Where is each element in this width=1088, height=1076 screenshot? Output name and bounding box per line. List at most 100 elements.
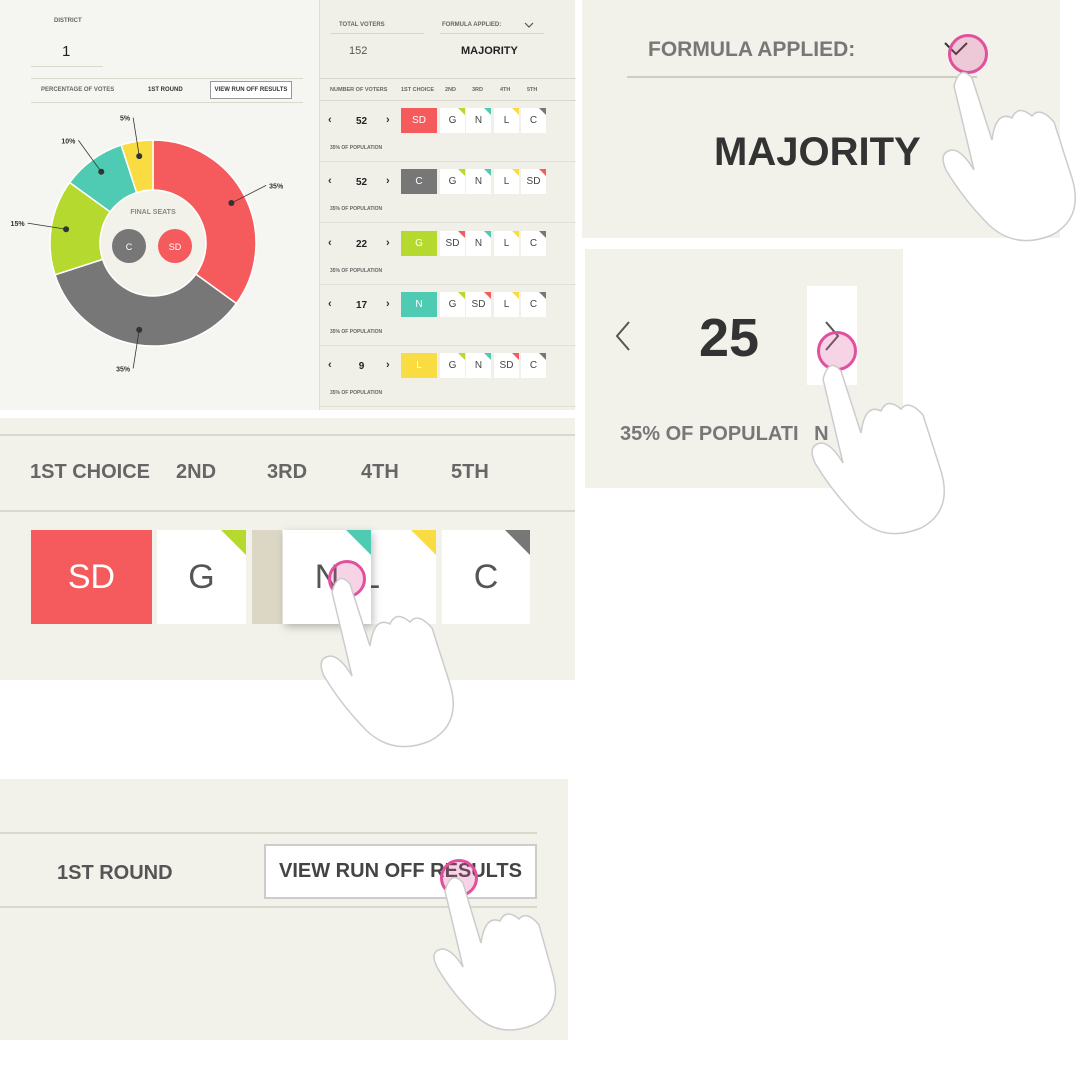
total-voters-label: TOTAL VOTERS: [339, 22, 385, 28]
votes-value: 52: [355, 177, 368, 189]
population-label: 35% OF POPULATION: [330, 328, 383, 335]
party-color-tag: [411, 530, 436, 555]
choice-cell[interactable]: SD: [466, 291, 491, 317]
population-label: 35% OF POPULATION: [330, 390, 383, 397]
choice3-header: 3RD: [472, 87, 484, 93]
chevron-left-icon[interactable]: ‹: [328, 237, 332, 249]
choice-cell[interactable]: SD: [494, 353, 519, 379]
population-label: 35% OF POPULATION: [620, 423, 829, 445]
votes-value: 22: [355, 238, 368, 250]
choice-cell-c[interactable]: C: [442, 530, 530, 624]
round-zoom-panel: 1ST ROUND VIEW RUN OFF RESULTS: [0, 779, 568, 1040]
party-color-tag: [505, 530, 530, 555]
choice-cell[interactable]: SD: [401, 108, 437, 133]
party-color-tag: [539, 169, 546, 177]
choice3-header: 3RD: [267, 461, 308, 483]
divider: [0, 434, 575, 436]
chevron-right-icon[interactable]: ›: [386, 114, 390, 126]
divider: [31, 78, 303, 79]
ballot-row: ‹ 52 › 35% OF POPULATION SD G N L C: [320, 101, 576, 162]
choice-cell[interactable]: G: [440, 353, 465, 379]
tap-indicator: [817, 331, 857, 371]
party-color-tag: [484, 108, 491, 115]
party-color-tag: [512, 169, 519, 177]
chevron-right-icon[interactable]: ›: [386, 175, 390, 187]
choice-cell-sd[interactable]: SD: [31, 530, 152, 624]
tap-indicator: [440, 859, 478, 897]
choice-cell[interactable]: G: [440, 108, 465, 133]
choice-cell[interactable]: C: [521, 108, 546, 133]
choice1-header: 1ST CHOICE: [30, 461, 151, 483]
view-runoff-button[interactable]: VIEW RUN OFF RESULTS: [210, 81, 292, 99]
slice-label: 15%: [11, 221, 26, 228]
choice-cell[interactable]: L: [494, 230, 519, 256]
party-color-tag: [484, 169, 491, 177]
party-color-tag: [512, 353, 519, 361]
choice-cell[interactable]: N: [466, 230, 491, 256]
choice-cell[interactable]: N: [466, 108, 491, 133]
choice-cell[interactable]: C: [521, 230, 546, 256]
choice-cell[interactable]: L: [401, 353, 437, 379]
drop-placeholder: [252, 530, 282, 624]
choice-cell[interactable]: G: [440, 291, 465, 317]
slice-label: 5%: [120, 116, 131, 123]
choice-cell[interactable]: SD: [440, 230, 465, 256]
party-color-tag: [458, 108, 465, 115]
votes-value: 52: [355, 116, 368, 127]
hand-pointer-icon: [942, 71, 1076, 242]
votes-header: NUMBER OF VOTERS: [330, 87, 388, 93]
choice-cell[interactable]: L: [494, 291, 519, 317]
round-tab[interactable]: 1ST ROUND: [57, 862, 173, 885]
choice2-header: 2ND: [176, 461, 217, 483]
seat-badge-label: C: [126, 242, 133, 252]
choice-cell[interactable]: G: [401, 230, 437, 256]
votes-value: 17: [355, 299, 368, 311]
chevron-right-icon[interactable]: ›: [386, 237, 390, 249]
choice-cell[interactable]: C: [521, 353, 546, 379]
choice5-header: 5TH: [451, 461, 489, 483]
stepper-zoom-panel: 25 35% OF POPULATION: [585, 249, 945, 535]
divider: [0, 832, 537, 834]
chevron-left-icon[interactable]: ‹: [328, 175, 332, 187]
choice-cell-g[interactable]: G: [157, 530, 246, 624]
percentage-tab[interactable]: PERCENTAGE OF VOTES: [41, 87, 114, 93]
choice-cell[interactable]: SD: [521, 169, 546, 195]
tap-indicator: [328, 560, 366, 598]
choice-cell[interactable]: G: [440, 169, 465, 195]
choice-cell[interactable]: N: [466, 169, 491, 195]
party-color-tag: [484, 230, 491, 238]
chevron-left-icon[interactable]: [613, 319, 633, 353]
choice-cell[interactable]: L: [494, 108, 519, 133]
choice-cell[interactable]: N: [466, 353, 491, 379]
ballot-row: ‹ 17 › 35% OF POPULATION N G SD L C: [320, 285, 576, 346]
formula-label: FORMULA APPLIED:: [442, 22, 502, 28]
choice5-header: 5TH: [527, 87, 538, 93]
choice-cell[interactable]: C: [401, 169, 437, 195]
choice-zoom-panel: 1ST CHOICE 2ND 3RD 4TH 5TH SD G L N C: [0, 418, 575, 748]
party-color-tag: [539, 353, 546, 361]
district-value: 1: [62, 43, 71, 60]
choice-cell[interactable]: L: [494, 169, 519, 195]
view-runoff-button[interactable]: VIEW RUN OFF RESULTS: [264, 844, 537, 899]
district-label: DISTRICT: [54, 18, 82, 24]
chevron-right-icon[interactable]: ›: [386, 298, 390, 310]
chevron-left-icon[interactable]: ‹: [328, 114, 332, 126]
formula-zoom-panel: FORMULA APPLIED: MAJORITY: [582, 0, 1076, 242]
party-color-tag: [512, 230, 519, 238]
round-tab[interactable]: 1ST ROUND: [148, 87, 183, 93]
choice-cell[interactable]: C: [521, 291, 546, 317]
chevron-right-icon[interactable]: ›: [386, 359, 390, 371]
population-label: 35% OF POPULATION: [330, 145, 383, 151]
choice-cell[interactable]: N: [401, 291, 437, 317]
ballots-pane: TOTAL VOTERS 152 FORMULA APPLIED: MAJORI…: [319, 0, 576, 410]
chevron-down-icon[interactable]: [524, 21, 534, 29]
chevron-left-icon[interactable]: ‹: [328, 359, 332, 371]
party-color-tag: [458, 230, 465, 238]
party-color-tag: [458, 169, 465, 177]
seat-badge-label: SD: [169, 242, 182, 252]
divider: [0, 906, 537, 908]
party-color-tag: [539, 108, 546, 115]
chevron-left-icon[interactable]: ‹: [328, 298, 332, 310]
population-label: 35% OF POPULATION: [330, 267, 383, 274]
slice-label: 35%: [116, 366, 131, 373]
